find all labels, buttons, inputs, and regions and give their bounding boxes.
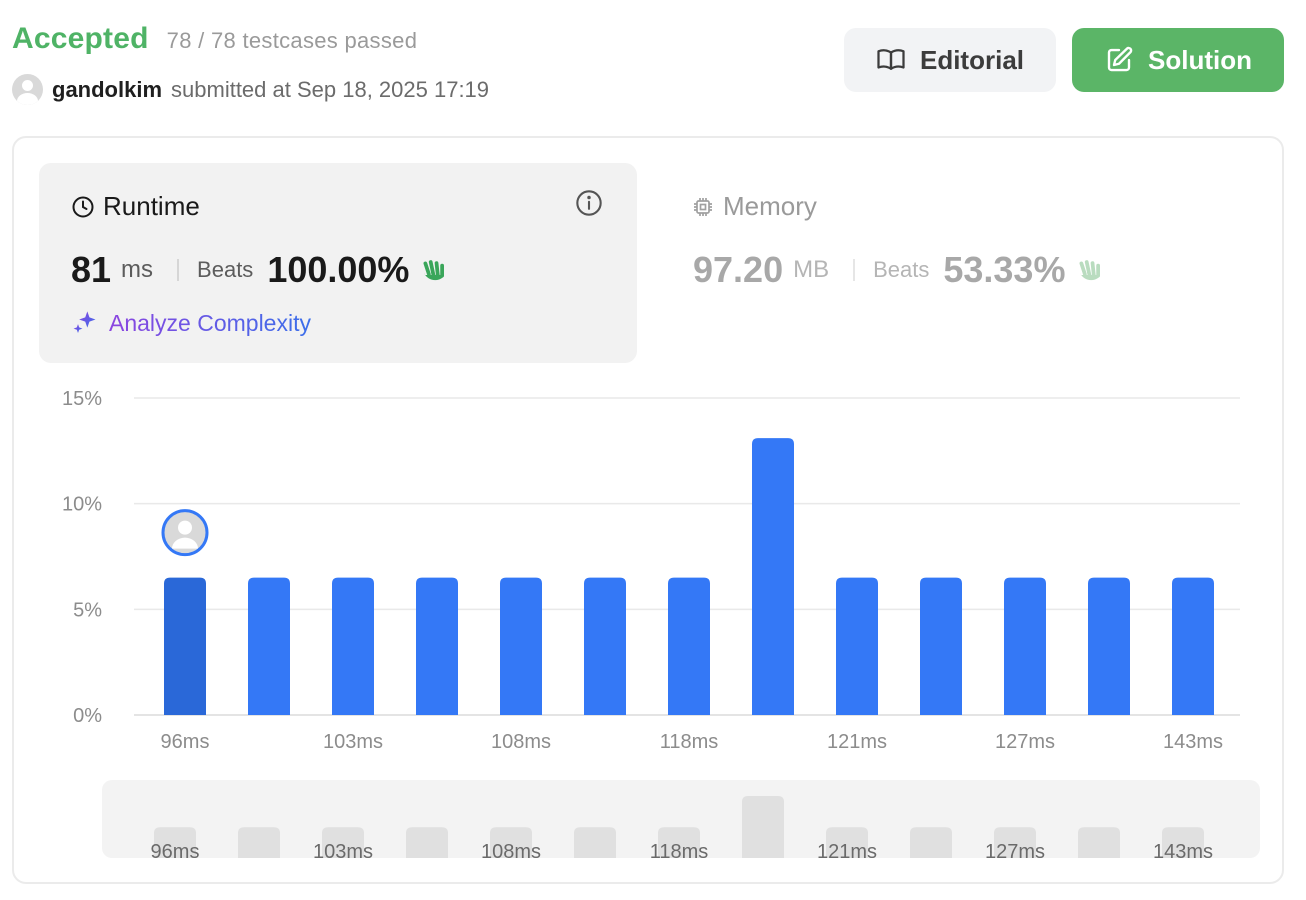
- runtime-bar[interactable]: [416, 577, 458, 715]
- runtime-bar[interactable]: [920, 577, 962, 715]
- x-tick-label: 108ms: [491, 731, 551, 753]
- runtime-distribution-chart: 0% 5% 10% 15% 96ms 103ms 108ms 118ms 121ms 127ms 1…: [62, 388, 1260, 863]
- navigator-tick-label: 108ms: [481, 841, 541, 863]
- navigator-bar: [574, 827, 616, 858]
- runtime-bar[interactable]: [836, 577, 878, 715]
- avatar-head-shape: [178, 520, 192, 535]
- y-tick-label: 10%: [62, 494, 102, 516]
- solution-label: Solution: [1148, 44, 1252, 75]
- book-icon: [877, 49, 905, 70]
- x-tick-label: 121ms: [827, 731, 887, 753]
- navigator-bar: [406, 827, 448, 858]
- submission-header: Accepted 78 / 78 testcases passed gandol…: [12, 22, 1284, 112]
- x-tick-label: 96ms: [161, 731, 210, 753]
- submitter-line: gandolkim submitted at Sep 18, 2025 17:1…: [12, 74, 489, 105]
- performance-card: Runtime 81 ms Beats 100.00% Analyze Comp…: [12, 136, 1284, 884]
- testcases-passed: 78 / 78 testcases passed: [166, 28, 418, 53]
- navigator-tick-label: 121ms: [817, 841, 877, 863]
- runtime-bar[interactable]: [584, 577, 626, 715]
- x-tick-label: 127ms: [995, 731, 1055, 753]
- solution-button[interactable]: Solution: [1072, 28, 1284, 92]
- runtime-bar[interactable]: [1088, 577, 1130, 715]
- y-tick-label: 0%: [73, 705, 102, 727]
- edit-icon: [1107, 46, 1133, 72]
- runtime-bar[interactable]: [164, 577, 206, 715]
- runtime-bar[interactable]: [752, 438, 794, 715]
- runtime-bar[interactable]: [1172, 577, 1214, 715]
- x-tick-label: 118ms: [660, 731, 719, 753]
- x-tick-label: 103ms: [323, 731, 383, 753]
- navigator-bar: [742, 796, 784, 858]
- y-tick-label: 15%: [62, 388, 102, 410]
- runtime-bar[interactable]: [668, 577, 710, 715]
- accepted-status: Accepted: [12, 22, 149, 55]
- y-tick-label: 5%: [73, 599, 102, 621]
- runtime-bar[interactable]: [248, 577, 290, 715]
- runtime-bar[interactable]: [332, 577, 374, 715]
- navigator-tick-label: 96ms: [151, 841, 200, 863]
- x-tick-label: 143ms: [1163, 731, 1223, 753]
- navigator-tick-label: 143ms: [1153, 841, 1213, 863]
- username-link[interactable]: gandolkim: [52, 77, 162, 103]
- navigator-bar: [238, 827, 280, 858]
- runtime-bar[interactable]: [1004, 577, 1046, 715]
- navigator-bar: [910, 827, 952, 858]
- submitted-at: submitted at Sep 18, 2025 17:19: [171, 76, 490, 102]
- navigator-tick-label: 127ms: [985, 841, 1045, 863]
- runtime-bar[interactable]: [500, 577, 542, 715]
- navigator-tick-label: 118ms: [650, 841, 709, 863]
- editorial-button[interactable]: Editorial: [844, 28, 1056, 92]
- navigator-bar: [1078, 827, 1120, 858]
- navigator-tick-label: 103ms: [313, 841, 373, 863]
- editorial-label: Editorial: [919, 44, 1024, 75]
- status-line: Accepted 78 / 78 testcases passed: [12, 22, 417, 56]
- user-avatar[interactable]: [12, 74, 43, 105]
